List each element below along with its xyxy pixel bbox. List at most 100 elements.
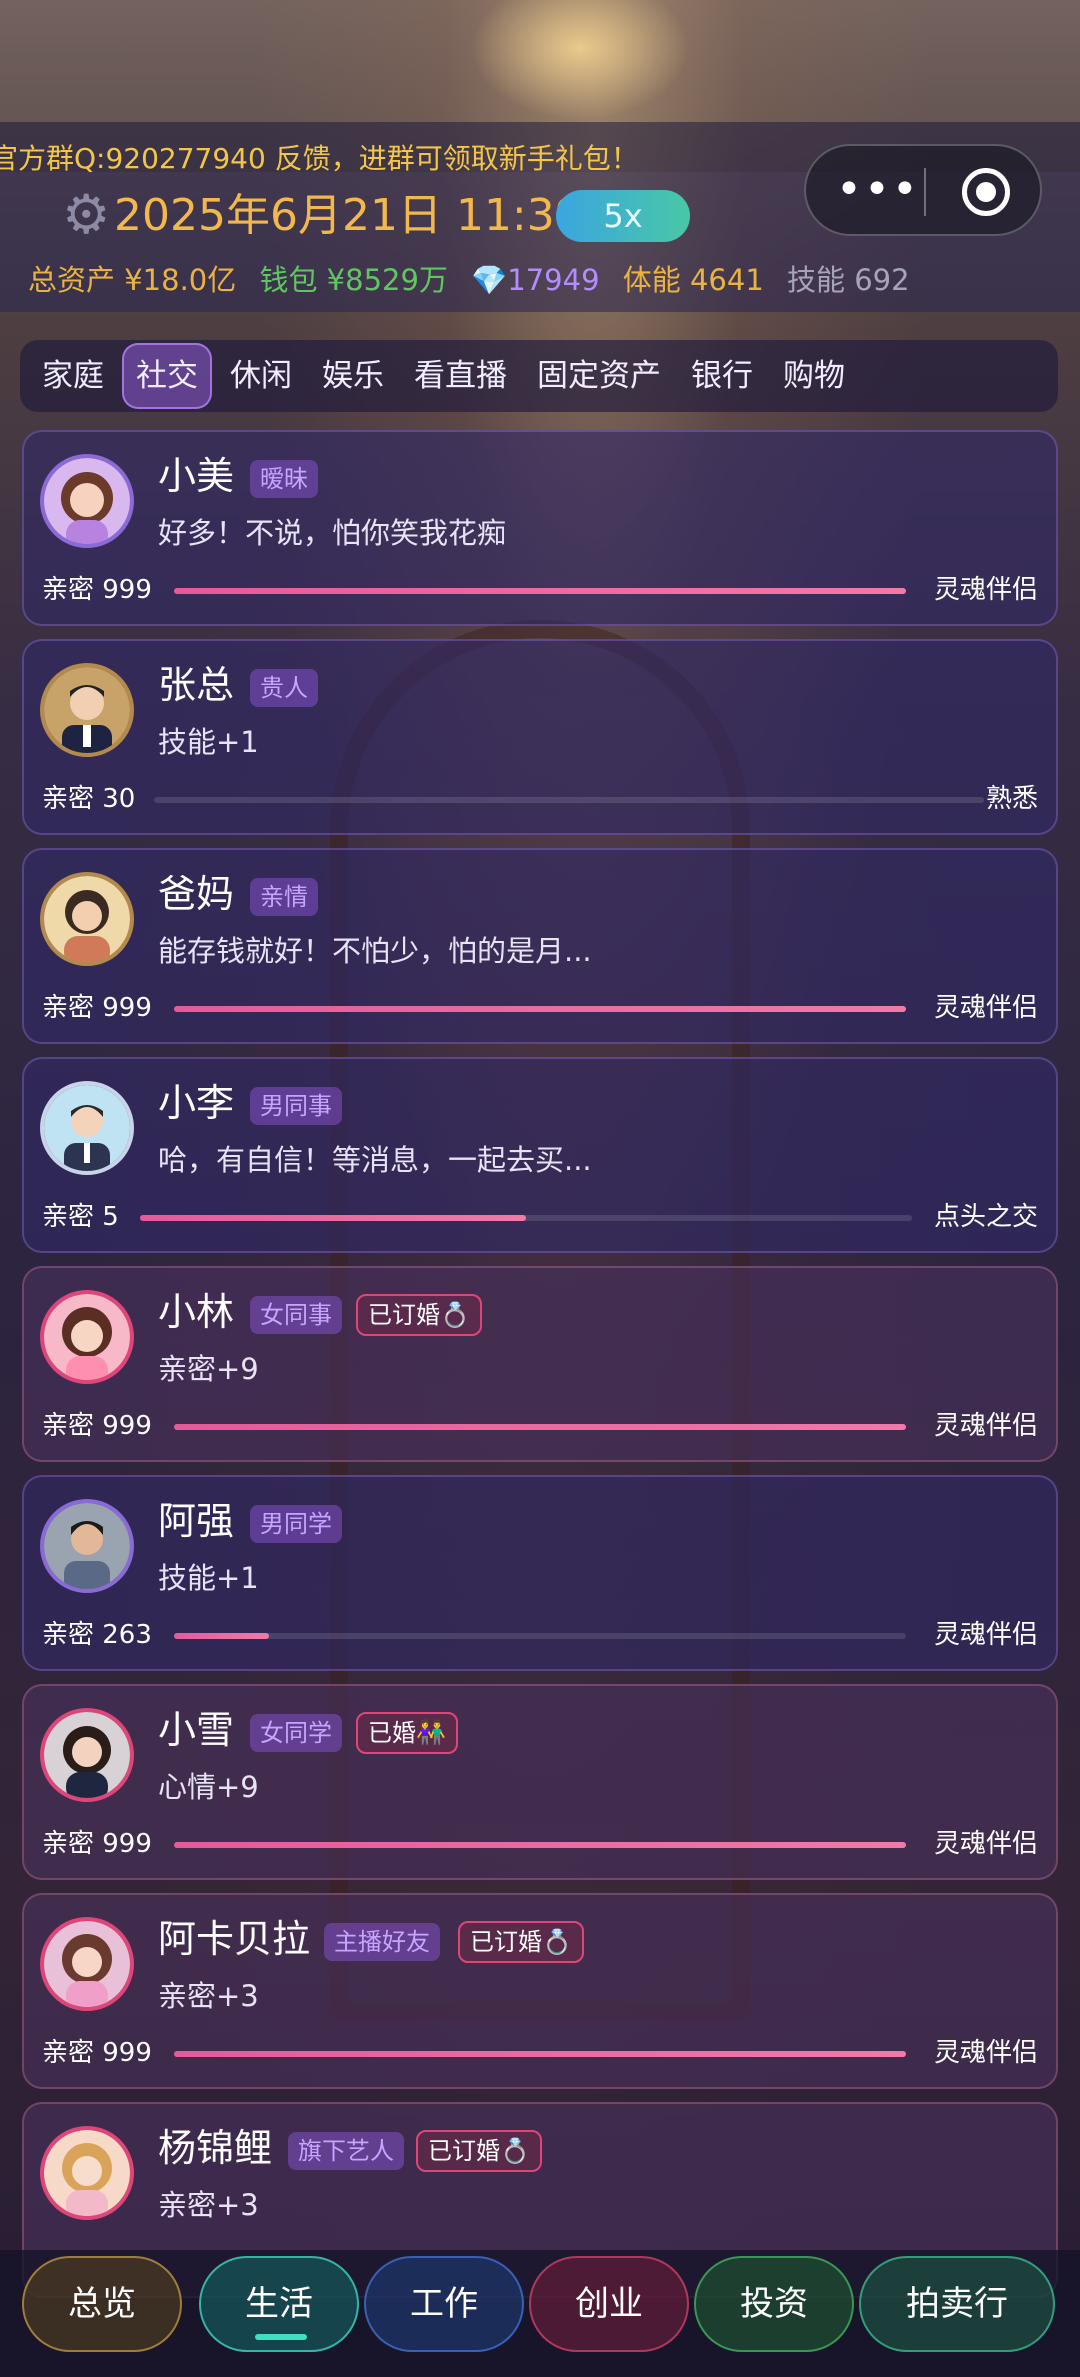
avatar	[40, 1081, 134, 1175]
stats-bar: 总资产 ¥18.0亿 钱包 ¥8529万 💎17949 体能 4641 技能 6…	[28, 262, 924, 298]
relation-tag: 男同学	[250, 1505, 342, 1543]
tab-family[interactable]: 家庭	[30, 343, 116, 409]
intimacy-value: 亲密 999	[42, 1829, 152, 1859]
contact-name: 小林	[158, 1290, 235, 1334]
intimacy-bar-fill	[174, 2051, 906, 2057]
contact-card[interactable]: 爸妈 亲情 能存钱就好！不怕少，怕的是月... 亲密 999 灵魂伴侣	[22, 848, 1058, 1044]
relationship-level: 点头之交	[933, 1202, 1038, 1232]
nav-life-label: 生活	[245, 2284, 313, 2324]
avatar	[40, 1499, 134, 1593]
intimacy-bar-fill	[140, 1215, 526, 1221]
relationship-level: 灵魂伴侣	[933, 575, 1038, 605]
intimacy-bar	[174, 588, 906, 594]
relationship-level: 灵魂伴侣	[933, 2038, 1038, 2068]
bottom-navigation: 总览 生活 工作 创业 投资 拍卖行	[0, 2250, 1080, 2377]
close-miniprogram-icon[interactable]	[962, 168, 1010, 216]
contact-name: 小雪	[158, 1708, 235, 1752]
avatar	[40, 663, 134, 757]
nav-overview-button[interactable]: 总览	[22, 2256, 182, 2352]
contact-list: 小美 暧昧 好多！不说，怕你笑我花痴 亲密 999 灵魂伴侣 张总 贵人 技能+…	[22, 430, 1058, 2311]
avatar	[40, 1708, 134, 1802]
more-icon[interactable]: •••	[836, 168, 920, 212]
contact-card[interactable]: 阿强 男同学 技能+1 亲密 263 灵魂伴侣	[22, 1475, 1058, 1671]
relationship-level: 熟悉	[985, 784, 1038, 814]
marital-status-badge: 已婚👫	[356, 1712, 458, 1754]
avatar	[40, 454, 134, 548]
contact-name: 爸妈	[158, 872, 235, 916]
tab-fixed-assets[interactable]: 固定资产	[525, 343, 673, 409]
last-message: 技能+1	[158, 1561, 259, 1595]
total-assets: 总资产 ¥18.0亿	[28, 263, 237, 297]
contact-name: 阿卡贝拉	[158, 1917, 311, 1961]
intimacy-bar	[174, 1006, 906, 1012]
announcement-text: 官方群Q:920277940 反馈，进群可领取新手礼包！	[0, 142, 639, 172]
marital-status-badge: 已订婚💍	[458, 1921, 584, 1963]
tab-livestream[interactable]: 看直播	[402, 343, 519, 409]
relationship-level: 灵魂伴侣	[933, 1620, 1038, 1650]
intimacy-bar	[154, 797, 984, 803]
last-message: 哈，有自信！等消息，一起去买...	[158, 1143, 592, 1177]
intimacy-bar-fill	[174, 1006, 906, 1012]
contact-name: 小美	[158, 454, 235, 498]
tab-leisure[interactable]: 休闲	[218, 343, 304, 409]
avatar	[40, 872, 134, 966]
contact-name: 阿强	[158, 1499, 235, 1543]
intimacy-value: 亲密 999	[42, 993, 152, 1023]
nav-invest-button[interactable]: 投资	[694, 2256, 854, 2352]
miniprogram-capsule: •••	[804, 144, 1042, 236]
contact-name: 杨锦鲤	[158, 2126, 273, 2170]
active-indicator	[255, 2334, 307, 2340]
intimacy-value: 亲密 5	[42, 1202, 119, 1232]
nav-auction-button[interactable]: 拍卖行	[859, 2256, 1055, 2352]
game-datetime: 2025年6月21日 11:39	[114, 190, 583, 241]
gear-icon[interactable]: ⚙	[62, 188, 110, 242]
contact-card[interactable]: 小雪 女同学 已婚👫 心情+9 亲密 999 灵魂伴侣	[22, 1684, 1058, 1880]
avatar	[40, 1917, 134, 2011]
intimacy-bar	[140, 1215, 912, 1221]
relation-tag: 暧昧	[250, 460, 318, 498]
avatar	[40, 1290, 134, 1384]
category-tabs: 家庭 社交 休闲 娱乐 看直播 固定资产 银行 购物	[20, 340, 1058, 412]
tab-social[interactable]: 社交	[122, 343, 212, 409]
relation-tag: 女同学	[250, 1714, 342, 1752]
tab-entertainment[interactable]: 娱乐	[310, 343, 396, 409]
last-message: 好多！不说，怕你笑我花痴	[158, 516, 507, 550]
contact-card[interactable]: 小美 暧昧 好多！不说，怕你笑我花痴 亲密 999 灵魂伴侣	[22, 430, 1058, 626]
intimacy-bar-fill	[174, 1842, 906, 1848]
intimacy-value: 亲密 999	[42, 2038, 152, 2068]
tab-bank[interactable]: 银行	[679, 343, 765, 409]
intimacy-bar-fill	[174, 1633, 270, 1639]
relation-tag: 亲情	[250, 878, 318, 916]
diamond-count: 💎17949	[471, 263, 600, 297]
intimacy-bar	[174, 1424, 906, 1430]
intimacy-bar	[174, 1633, 906, 1639]
chandelier-glow	[470, 0, 690, 120]
nav-life-button[interactable]: 生活	[199, 2256, 359, 2352]
intimacy-value: 亲密 999	[42, 575, 152, 605]
skill-value: 技能 692	[787, 263, 910, 297]
intimacy-bar-fill	[174, 588, 906, 594]
last-message: 亲密+3	[158, 2188, 259, 2222]
relationship-level: 灵魂伴侣	[933, 1411, 1038, 1441]
speed-button[interactable]: 5x	[556, 190, 690, 242]
contact-card[interactable]: 阿卡贝拉 主播好友 已订婚💍 亲密+3 亲密 999 灵魂伴侣	[22, 1893, 1058, 2089]
relation-tag: 主播好友	[324, 1923, 440, 1961]
contact-card[interactable]: 小李 男同事 哈，有自信！等消息，一起去买... 亲密 5 点头之交	[22, 1057, 1058, 1253]
marital-status-badge: 已订婚💍	[416, 2130, 542, 2172]
capsule-divider	[924, 168, 926, 216]
contact-card[interactable]: 小林 女同事 已订婚💍 亲密+9 亲密 999 灵魂伴侣	[22, 1266, 1058, 1462]
stamina-value: 体能 4641	[622, 263, 764, 297]
nav-startup-button[interactable]: 创业	[529, 2256, 689, 2352]
contact-name: 张总	[158, 663, 235, 707]
contact-card[interactable]: 张总 贵人 技能+1 亲密 30 熟悉	[22, 639, 1058, 835]
nav-work-button[interactable]: 工作	[364, 2256, 524, 2352]
relation-tag: 旗下艺人	[288, 2132, 404, 2170]
intimacy-bar-fill	[174, 1424, 906, 1430]
relationship-level: 灵魂伴侣	[933, 1829, 1038, 1859]
relation-tag: 贵人	[250, 669, 318, 707]
contact-name: 小李	[158, 1081, 235, 1125]
last-message: 技能+1	[158, 725, 259, 759]
intimacy-bar	[174, 2051, 906, 2057]
tab-shopping[interactable]: 购物	[771, 343, 857, 409]
intimacy-value: 亲密 30	[42, 784, 136, 814]
